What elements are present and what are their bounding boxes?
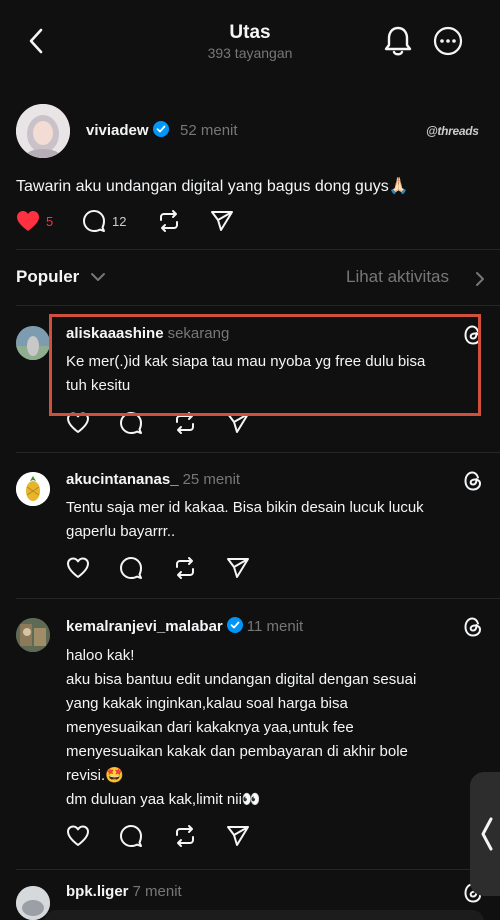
repost-button[interactable] xyxy=(157,208,181,234)
comment-line: dm duluan yaa kak,limit nii👀 xyxy=(66,791,261,808)
comment-line: revisi.🤩 xyxy=(66,767,124,784)
repost-button[interactable] xyxy=(173,824,197,848)
post-text: Tawarin aku undangan digital yang bagus … xyxy=(16,178,409,195)
divider xyxy=(16,249,500,250)
post-actions: 5 12 xyxy=(16,208,316,234)
threads-icon[interactable] xyxy=(461,469,485,493)
share-button[interactable] xyxy=(226,824,250,848)
post-timestamp: 52 menit xyxy=(180,122,238,139)
comment-item: akucintananas_ 25 menit Tentu saja mer id… xyxy=(0,456,500,596)
view-count: 393 tayangan xyxy=(207,45,293,61)
comment-line: menyesuaikan kakak dan pembayaran di akh… xyxy=(66,743,408,760)
avatar[interactable] xyxy=(16,472,50,506)
verified-icon xyxy=(152,121,169,137)
comment-actions xyxy=(66,556,266,580)
heart-icon xyxy=(67,557,89,578)
comment-header: kemalranjevi_malabar 11 menit xyxy=(66,617,303,635)
brand-text: threads xyxy=(437,124,479,138)
reply-composer-bar[interactable] xyxy=(44,910,484,920)
comment-username[interactable]: kemalranjevi_malabar xyxy=(66,618,223,635)
avatar-image xyxy=(16,326,50,360)
comment-line: aku bisa bantuu edit undangan digital de… xyxy=(66,671,417,688)
comment-line: menyesuaikan dari kakaknya yaa,untuk fee xyxy=(66,719,354,736)
share-icon xyxy=(227,826,249,846)
divider xyxy=(16,598,500,599)
comment-username[interactable]: bpk.liger xyxy=(66,883,129,900)
avatar-image xyxy=(16,104,70,158)
comment-text: Tentu saja mer id kakaa. Bisa bikin desa… xyxy=(66,496,424,544)
comment-timestamp: 7 menit xyxy=(132,883,182,900)
threads-logo: @threads xyxy=(426,124,479,138)
reply-count: 12 xyxy=(112,213,127,229)
divider xyxy=(16,869,500,870)
comment-line: gaperlu bayarrr.. xyxy=(66,523,176,540)
avatar-image xyxy=(16,472,50,506)
comment-text: haloo kak! aku bisa bantuu edit undangan… xyxy=(66,644,416,812)
repost-icon xyxy=(176,557,194,579)
sort-dropdown[interactable]: Populer xyxy=(16,267,79,287)
comment-icon xyxy=(120,825,142,847)
comment-line: Tentu saja mer id kakaa. Bisa bikin desa… xyxy=(66,499,424,516)
comment-header: akucintananas_ 25 menit xyxy=(66,471,240,488)
like-button[interactable] xyxy=(66,556,90,580)
avatar-image xyxy=(16,618,50,652)
side-panel-handle[interactable] xyxy=(470,772,500,896)
username-text[interactable]: viviadew xyxy=(86,122,149,139)
like-button[interactable]: 5 xyxy=(16,208,53,234)
more-icon xyxy=(433,26,463,56)
comment-icon xyxy=(83,210,105,232)
reply-button[interactable] xyxy=(119,556,143,580)
comment-icon xyxy=(120,557,142,579)
comment-username[interactable]: akucintananas_ xyxy=(66,471,179,488)
repost-icon xyxy=(176,825,194,847)
comment-header: bpk.liger 7 menit xyxy=(66,883,182,900)
verified-icon xyxy=(226,617,243,633)
comment-actions xyxy=(66,824,266,848)
reply-button[interactable] xyxy=(119,824,143,848)
comment-timestamp: 25 menit xyxy=(182,471,241,488)
like-button[interactable] xyxy=(66,824,90,848)
heart-icon xyxy=(67,825,89,846)
view-activity-link[interactable]: Lihat aktivitas xyxy=(346,267,449,287)
share-icon xyxy=(227,558,249,578)
reply-button[interactable]: 12 xyxy=(82,208,126,234)
avatar[interactable] xyxy=(16,104,70,158)
top-bar: Utas 393 tayangan xyxy=(0,0,500,80)
post-username[interactable]: viviadew xyxy=(86,121,169,139)
repost-icon xyxy=(160,210,178,232)
share-button[interactable] xyxy=(226,556,250,580)
heart-icon xyxy=(17,211,39,231)
share-button[interactable] xyxy=(210,208,234,234)
sort-row: Populer Lihat aktivitas xyxy=(0,262,500,292)
bell-icon xyxy=(384,26,412,56)
chevron-left-icon xyxy=(481,817,493,851)
comment-item: kemalranjevi_malabar 11 menit haloo kak! … xyxy=(0,602,500,867)
page-title: Utas xyxy=(229,22,271,43)
chevron-right-icon[interactable] xyxy=(474,271,486,287)
like-count: 5 xyxy=(46,213,54,229)
repost-button[interactable] xyxy=(173,556,197,580)
avatar[interactable] xyxy=(16,326,50,360)
share-icon xyxy=(211,211,233,231)
chevron-down-icon[interactable] xyxy=(90,271,106,283)
avatar[interactable] xyxy=(16,618,50,652)
comment-line: yang kakak inginkan,kalau soal harga bis… xyxy=(66,695,348,712)
divider xyxy=(16,305,500,306)
threads-icon[interactable] xyxy=(461,615,485,639)
comment-timestamp: 11 menit xyxy=(246,618,304,635)
notifications-button[interactable] xyxy=(382,24,414,58)
highlight-box xyxy=(49,314,481,416)
divider xyxy=(16,452,500,453)
comment-line: haloo kak! xyxy=(66,647,135,664)
more-options-button[interactable] xyxy=(432,25,464,57)
